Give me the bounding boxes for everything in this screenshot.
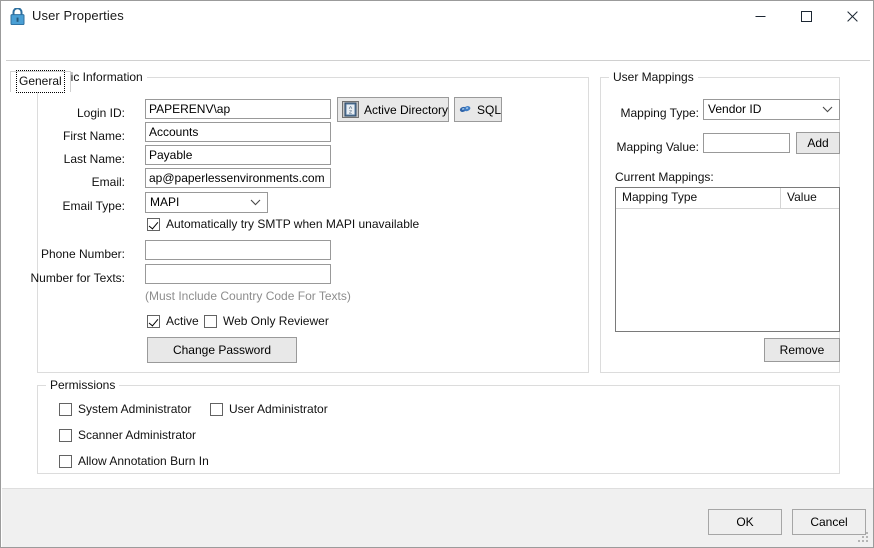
permission-scanner-administrator[interactable]: Scanner Administrator: [59, 428, 196, 442]
permissions-legend: Permissions: [46, 378, 120, 392]
maximize-button[interactable]: [783, 1, 829, 31]
user-administrator-label: User Administrator: [229, 402, 328, 416]
last-name-label: Last Name:: [63, 152, 125, 166]
ok-button[interactable]: OK: [708, 509, 782, 535]
remove-mapping-button[interactable]: Remove: [764, 338, 840, 362]
ok-label: OK: [736, 515, 754, 529]
phone-number-input[interactable]: [145, 240, 331, 260]
web-only-reviewer-checkbox-box: [204, 314, 217, 328]
allow-annotation-burn-in-label: Allow Annotation Burn In: [78, 454, 209, 468]
scanner-administrator-checkbox-box: [59, 428, 72, 442]
column-header-mapping-type[interactable]: Mapping Type: [616, 188, 781, 208]
close-icon: [846, 10, 858, 22]
active-checkbox-box: [147, 314, 160, 328]
email-type-value: MAPI: [150, 195, 180, 209]
current-mappings-label: Current Mappings:: [615, 170, 714, 184]
current-mappings-list[interactable]: Mapping Type Value: [615, 187, 840, 332]
user-mappings-legend: User Mappings: [609, 70, 698, 84]
close-button[interactable]: [829, 1, 873, 31]
login-id-label: Login ID:: [76, 106, 125, 120]
email-type-label: Email Type:: [62, 199, 125, 213]
web-only-reviewer-checkbox[interactable]: Web Only Reviewer: [204, 314, 329, 328]
chevron-down-icon: [250, 199, 261, 206]
phone-number-label: Phone Number:: [40, 247, 125, 261]
user-administrator-checkbox-box: [210, 402, 223, 416]
mapping-type-value: Vendor ID: [708, 102, 762, 116]
cancel-button[interactable]: Cancel: [792, 509, 866, 535]
mapping-type-label: Mapping Type:: [620, 106, 700, 120]
sql-button[interactable]: SQL: [454, 97, 502, 122]
active-directory-label: Active Directory: [363, 102, 448, 117]
resize-grip[interactable]: [858, 532, 870, 544]
permission-allow-annotation-burn-in[interactable]: Allow Annotation Burn In: [59, 454, 209, 468]
smtp-fallback-label: Automatically try SMTP when MAPI unavail…: [166, 217, 420, 231]
svg-text:Z: Z: [349, 110, 352, 116]
mapping-value-input[interactable]: [703, 133, 790, 153]
smtp-fallback-checkbox-box: [147, 217, 160, 231]
mapping-value-label: Mapping Value:: [616, 140, 700, 154]
cancel-label: Cancel: [810, 515, 848, 529]
email-type-select[interactable]: MAPI: [145, 192, 268, 213]
column-header-value[interactable]: Value: [781, 188, 839, 208]
current-mappings-header: Mapping Type Value: [616, 188, 839, 209]
change-password-button[interactable]: Change Password: [147, 337, 297, 363]
email-input[interactable]: ap@paperlessenvironments.com: [145, 168, 331, 188]
mapping-type-select[interactable]: Vendor ID: [703, 99, 840, 120]
first-name-input[interactable]: Accounts: [145, 122, 331, 142]
window-title: User Properties: [32, 8, 124, 23]
active-directory-button[interactable]: A Z Active Directory: [337, 97, 449, 122]
sql-database-icon: [459, 105, 471, 112]
sql-label: SQL: [476, 102, 501, 117]
system-administrator-checkbox-box: [59, 402, 72, 416]
system-administrator-label: System Administrator: [78, 402, 192, 416]
scanner-administrator-label: Scanner Administrator: [78, 428, 197, 442]
permission-user-administrator[interactable]: User Administrator: [210, 402, 328, 416]
login-id-input[interactable]: PAPERENV\ap: [145, 99, 331, 119]
permission-system-administrator[interactable]: System Administrator: [59, 402, 191, 416]
number-for-texts-input[interactable]: [145, 264, 331, 284]
email-label: Email:: [91, 175, 125, 189]
minimize-button[interactable]: [737, 1, 783, 31]
texts-country-code-hint: (Must Include Country Code For Texts): [145, 289, 351, 303]
last-name-input[interactable]: Payable: [145, 145, 331, 165]
web-only-reviewer-label: Web Only Reviewer: [223, 314, 329, 328]
tab-general[interactable]: General: [10, 70, 71, 93]
add-mapping-label: Add: [807, 136, 829, 150]
tab-strip: General Security Groups APFlow: [1, 32, 873, 93]
title-bar: User Properties: [1, 1, 873, 33]
first-name-label: First Name:: [62, 129, 125, 143]
remove-mapping-label: Remove: [779, 343, 825, 357]
user-properties-dialog: User Properties General Security Groups: [0, 0, 874, 548]
smtp-fallback-checkbox[interactable]: Automatically try SMTP when MAPI unavail…: [147, 217, 419, 231]
change-password-label: Change Password: [172, 343, 272, 357]
chevron-down-icon: [822, 106, 833, 113]
maximize-icon: [800, 10, 812, 22]
active-label: Active: [166, 314, 199, 328]
lock-icon: [10, 8, 25, 25]
minimize-icon: [755, 15, 765, 17]
allow-annotation-burn-in-checkbox-box: [59, 454, 72, 468]
address-book-icon: A Z: [342, 101, 359, 118]
active-checkbox[interactable]: Active: [147, 314, 199, 328]
number-for-texts-label: Number for Texts:: [30, 271, 125, 285]
add-mapping-button[interactable]: Add: [796, 132, 840, 154]
